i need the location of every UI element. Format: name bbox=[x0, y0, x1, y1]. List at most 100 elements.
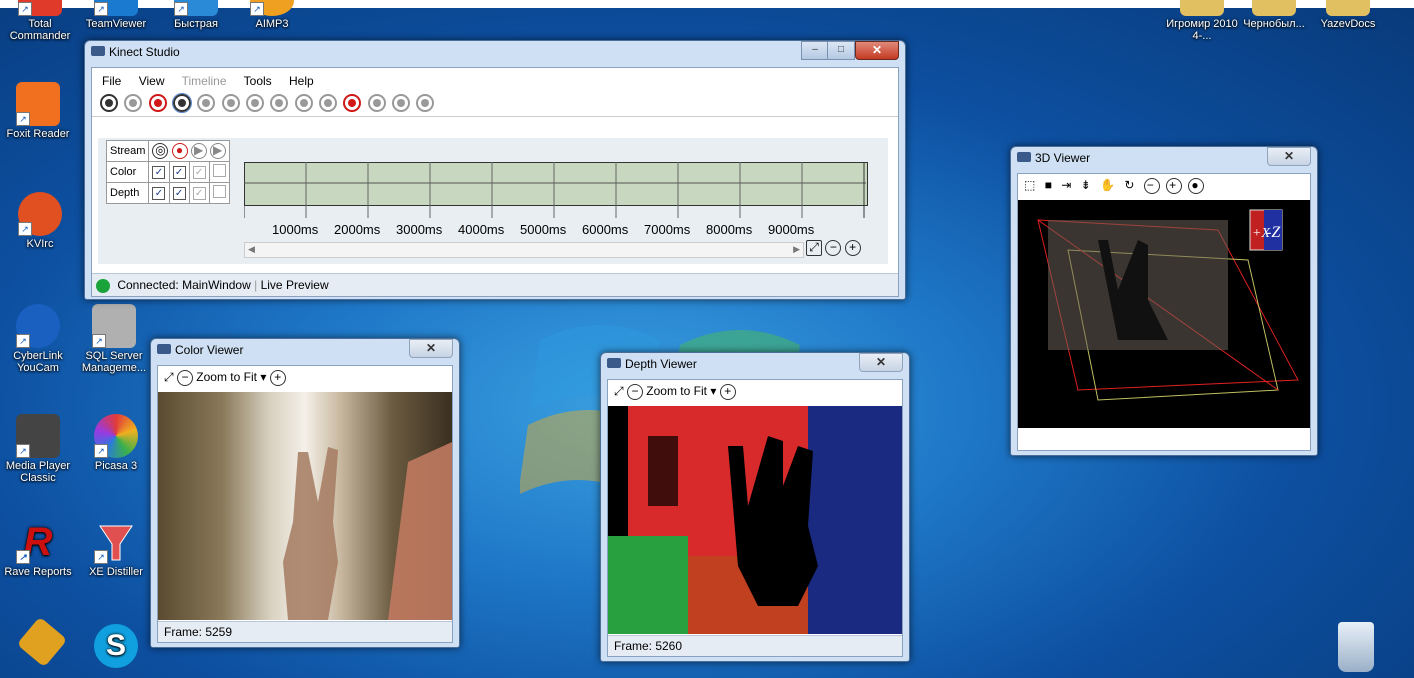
chevron-down-icon[interactable]: ▾ bbox=[260, 370, 266, 384]
media-player-classic-icon: ↗ bbox=[16, 414, 60, 458]
zoom-in-icon[interactable]: + bbox=[844, 240, 861, 256]
desktop-icon-xe-distiller[interactable]: ↗ XE Distiller bbox=[80, 520, 152, 578]
chevron-down-icon[interactable]: ▾ bbox=[710, 384, 716, 398]
record-stream-icon[interactable]: ● bbox=[171, 143, 188, 159]
desktop-icon-igromir[interactable]: Игромир 2010 4-... bbox=[1166, 0, 1238, 42]
close-button[interactable]: ✕ bbox=[409, 339, 453, 358]
scroll-left-icon[interactable]: ◀ bbox=[248, 244, 255, 255]
refresh-icon[interactable] bbox=[221, 94, 240, 112]
timeline-tick-label: 6000ms bbox=[582, 222, 629, 237]
desktop-icon-label: TeamViewer bbox=[85, 18, 147, 30]
desktop-icon-aimp3[interactable]: ↗ AIMP3 bbox=[236, 0, 308, 30]
desktop-icon-cyberlink-youcam[interactable]: ↗ CyberLink YouCam bbox=[2, 304, 74, 374]
timeline-tick-label: 5000ms bbox=[520, 222, 567, 237]
close-button[interactable]: ✕ bbox=[1267, 147, 1311, 166]
step-stream-icon[interactable]: ▶ bbox=[209, 143, 226, 159]
minimize-button[interactable]: – bbox=[801, 41, 829, 60]
stream-check-cell bbox=[208, 161, 230, 183]
menu-view[interactable]: View bbox=[139, 74, 165, 88]
render-mode-icon[interactable]: ● bbox=[1188, 178, 1205, 194]
menu-tools[interactable]: Tools bbox=[244, 74, 272, 88]
timeline-scrollbar[interactable]: ◀ ▶ bbox=[244, 242, 804, 258]
stream-header-icons: ◎ ● ▶ ▶ bbox=[148, 140, 230, 162]
stream-icon[interactable] bbox=[172, 93, 193, 113]
maximize-button[interactable]: □ bbox=[827, 41, 855, 60]
split-icon[interactable]: ⇥ bbox=[1061, 178, 1074, 192]
record-checkbox[interactable]: ✓ bbox=[172, 186, 186, 200]
desktop-icon-teamviewer[interactable]: ↗ TeamViewer bbox=[80, 0, 152, 30]
zoom-out-icon[interactable]: − bbox=[825, 240, 842, 256]
camera-icon[interactable]: ■ bbox=[1045, 178, 1055, 192]
zoom-out-icon[interactable]: − bbox=[626, 384, 643, 400]
desktop-icon-rave-reports[interactable]: R ↗ Rave Reports bbox=[2, 520, 74, 578]
zoom-mode-label[interactable]: Zoom to Fit bbox=[196, 370, 257, 384]
play-checkbox[interactable]: ✓ bbox=[192, 186, 206, 200]
zoom-in-icon[interactable]: + bbox=[719, 384, 736, 400]
zoom-mode-label[interactable]: Zoom to Fit bbox=[646, 384, 707, 398]
kinect-studio-titlebar[interactable]: Kinect Studio – □ ✕ bbox=[85, 41, 905, 63]
zoom-fit-icon[interactable]: ⤢ bbox=[806, 240, 822, 256]
pan-hand-icon[interactable]: ✋ bbox=[1100, 178, 1118, 192]
menu-help[interactable]: Help bbox=[289, 74, 314, 88]
stream-checkbox[interactable]: ✓ bbox=[152, 165, 166, 179]
desktop-icon-yazevdocs[interactable]: YazevDocs bbox=[1312, 0, 1384, 30]
desktop-icon-label: Picasa 3 bbox=[94, 460, 138, 472]
go-to-end-icon[interactable] bbox=[392, 94, 411, 112]
step-back-icon[interactable] bbox=[270, 94, 289, 112]
zoom-in-icon[interactable]: + bbox=[269, 370, 286, 386]
desktop-icon-total-commander[interactable]: ↗ Total Commander bbox=[4, 0, 76, 42]
rave-reports-icon: R ↗ bbox=[16, 520, 60, 564]
zoom-in-icon[interactable]: + bbox=[1166, 178, 1183, 194]
desktop-icon-chernobyl[interactable]: Чернобыл... bbox=[1238, 0, 1310, 30]
connected-indicator-icon bbox=[96, 278, 110, 293]
viewer-app-icon bbox=[157, 344, 171, 354]
desktop-icon-label: Быстрая bbox=[174, 18, 218, 30]
record-checkbox[interactable]: ✓ bbox=[172, 165, 186, 179]
reset-view-icon[interactable]: ⬚ bbox=[1024, 178, 1038, 192]
stream-toggle-icon[interactable]: ◎ bbox=[152, 143, 169, 159]
menu-timeline[interactable]: Timeline bbox=[182, 74, 227, 88]
3d-viewer-titlebar[interactable]: 3D Viewer ✕ bbox=[1011, 147, 1317, 169]
play-icon[interactable] bbox=[294, 94, 313, 112]
color-viewer-titlebar[interactable]: Color Viewer ✕ bbox=[151, 339, 459, 361]
scroll-right-icon[interactable]: ▶ bbox=[793, 244, 800, 255]
desktop-icon-unknown-yellow[interactable] bbox=[6, 616, 78, 668]
save-icon[interactable] bbox=[124, 94, 143, 112]
desktop-icon-bystraya[interactable]: ↗ Быстрая bbox=[160, 0, 232, 30]
open-file-icon[interactable] bbox=[100, 94, 118, 112]
desktop-icon-skype[interactable]: S bbox=[80, 624, 152, 670]
depth-viewer-titlebar[interactable]: Depth Viewer ✕ bbox=[601, 353, 909, 375]
desktop-icon-kvirc[interactable]: ↗ KVIrc bbox=[4, 192, 76, 250]
zoom-out-icon[interactable]: − bbox=[176, 370, 193, 386]
stream-settings-icon[interactable] bbox=[197, 94, 216, 112]
stop-icon[interactable] bbox=[319, 94, 338, 112]
loop-icon[interactable] bbox=[416, 94, 435, 112]
record-icon[interactable] bbox=[343, 94, 362, 112]
stream-checkbox[interactable]: ✓ bbox=[152, 186, 166, 200]
play-stream-icon[interactable]: ▶ bbox=[190, 143, 207, 159]
fit-screen-icon[interactable]: ⤢ bbox=[614, 384, 624, 398]
fit-screen-icon[interactable]: ⤢ bbox=[164, 370, 174, 384]
close-button[interactable]: ✕ bbox=[859, 353, 903, 372]
desktop-icon-media-player-classic[interactable]: ↗ Media Player Classic bbox=[2, 414, 74, 484]
step-forward-icon[interactable] bbox=[367, 94, 386, 112]
timeline-tick-label: 3000ms bbox=[396, 222, 443, 237]
go-to-start-icon[interactable] bbox=[246, 94, 265, 112]
step-checkbox[interactable] bbox=[212, 185, 226, 198]
stream-check-cell: ✓ bbox=[148, 161, 170, 183]
zoom-out-icon[interactable]: − bbox=[1143, 178, 1160, 194]
desktop-icon-foxit-reader[interactable]: ↗ Foxit Reader bbox=[2, 82, 74, 140]
connect-icon[interactable] bbox=[148, 94, 167, 112]
3d-point-cloud-view[interactable]: +X -Z bbox=[1018, 200, 1310, 428]
align-icon[interactable]: ⇟ bbox=[1081, 178, 1094, 192]
desktop-icon-label: Foxit Reader bbox=[6, 128, 70, 140]
menu-file[interactable]: File bbox=[102, 74, 121, 88]
close-button[interactable]: ✕ bbox=[855, 41, 899, 60]
step-checkbox[interactable] bbox=[212, 164, 226, 177]
desktop-icon-sql-server[interactable]: ↗ SQL Server Manageme... bbox=[78, 304, 150, 374]
desktop-icon-picasa[interactable]: ↗ Picasa 3 bbox=[80, 414, 152, 472]
desktop-icon-label: SQL Server Manageme... bbox=[81, 350, 147, 374]
play-checkbox[interactable]: ✓ bbox=[192, 165, 206, 179]
desktop-icon-recycle-bin[interactable] bbox=[1320, 622, 1392, 674]
rotate-icon[interactable]: ↻ bbox=[1124, 178, 1137, 192]
